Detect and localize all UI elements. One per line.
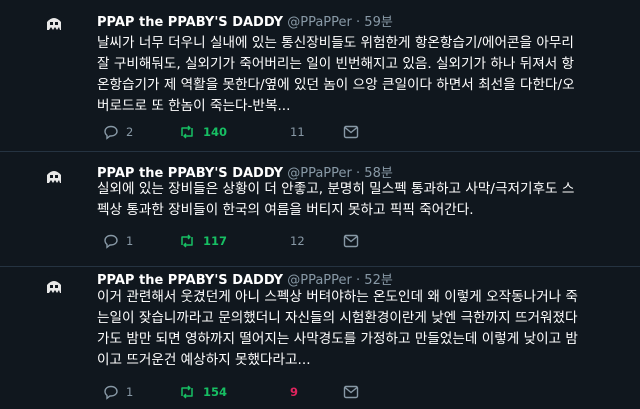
tweet[interactable]: PPAP the PPABY'S DADDY @PPaPPer · 58분 실외… bbox=[0, 151, 640, 267]
like-count: 12 bbox=[290, 234, 305, 248]
like-button[interactable]: 11 bbox=[283, 123, 305, 141]
avatar[interactable] bbox=[43, 12, 65, 34]
reply-count: 1 bbox=[126, 385, 134, 399]
tweet-timestamp[interactable]: 59분 bbox=[364, 15, 393, 30]
retweet-count: 154 bbox=[203, 385, 228, 399]
tweet[interactable]: PPAP the PPABY'S DADDY @PPaPPer · 59분 날씨… bbox=[0, 0, 640, 152]
author-name[interactable]: PPAP the PPABY'S DADDY bbox=[97, 273, 283, 288]
tweet-actions: 1 117 12 bbox=[103, 232, 403, 250]
author-name[interactable]: PPAP the PPABY'S DADDY bbox=[97, 15, 283, 30]
envelope-icon bbox=[343, 125, 359, 139]
reply-count: 1 bbox=[126, 234, 134, 248]
author-handle[interactable]: @PPaPPer bbox=[287, 273, 352, 288]
reply-icon bbox=[104, 234, 118, 249]
tweet-text: 날씨가 너무 더우니 실내에 있는 통신장비들도 위험한게 항온항습기/에어콘을… bbox=[97, 35, 575, 114]
tweet[interactable]: PPAP the PPABY'S DADDY @PPaPPer · 52분 이거… bbox=[0, 266, 640, 409]
like-button[interactable]: 12 bbox=[283, 232, 305, 250]
retweet-icon bbox=[181, 385, 193, 399]
retweet-button[interactable]: 140 bbox=[178, 123, 227, 141]
reply-button[interactable]: 2 bbox=[103, 123, 133, 141]
retweet-count: 140 bbox=[203, 125, 228, 139]
direct-message-button[interactable] bbox=[343, 232, 359, 250]
retweet-button[interactable]: 117 bbox=[178, 232, 227, 250]
like-button[interactable]: 9 bbox=[283, 383, 298, 401]
direct-message-button[interactable] bbox=[343, 123, 359, 141]
envelope-icon bbox=[343, 234, 359, 248]
tweet-text: 실외에 있는 장비들은 상황이 더 안좋고, 분명히 밀스펙 통과하고 사막/극… bbox=[97, 181, 575, 218]
reply-icon bbox=[104, 125, 118, 140]
reply-count: 2 bbox=[126, 125, 134, 139]
tweet-timestamp[interactable]: 52분 bbox=[364, 273, 393, 288]
retweet-count: 117 bbox=[203, 234, 228, 248]
reply-button[interactable]: 1 bbox=[103, 232, 133, 250]
retweet-icon bbox=[181, 125, 193, 139]
avatar[interactable] bbox=[43, 275, 65, 297]
direct-message-button[interactable] bbox=[343, 383, 359, 401]
reply-button[interactable]: 1 bbox=[103, 383, 133, 401]
like-count: 9 bbox=[290, 385, 299, 399]
tweet-actions: 2 140 11 bbox=[103, 123, 403, 141]
tweet-dot: · bbox=[356, 15, 361, 30]
reply-icon bbox=[104, 385, 118, 400]
envelope-icon bbox=[343, 385, 359, 399]
author-handle[interactable]: @PPaPPer bbox=[287, 15, 352, 30]
tweet-text: 이거 관련해서 웃겼던게 아니 스펙상 버텨야하는 온도인데 왜 이렇게 오작동… bbox=[97, 289, 578, 368]
tweet-actions: 1 154 9 bbox=[103, 383, 403, 401]
retweet-button[interactable]: 154 bbox=[178, 383, 227, 401]
retweet-icon bbox=[181, 234, 193, 248]
like-count: 11 bbox=[290, 125, 305, 139]
avatar[interactable] bbox=[43, 165, 65, 187]
tweet-dot: · bbox=[356, 273, 361, 288]
